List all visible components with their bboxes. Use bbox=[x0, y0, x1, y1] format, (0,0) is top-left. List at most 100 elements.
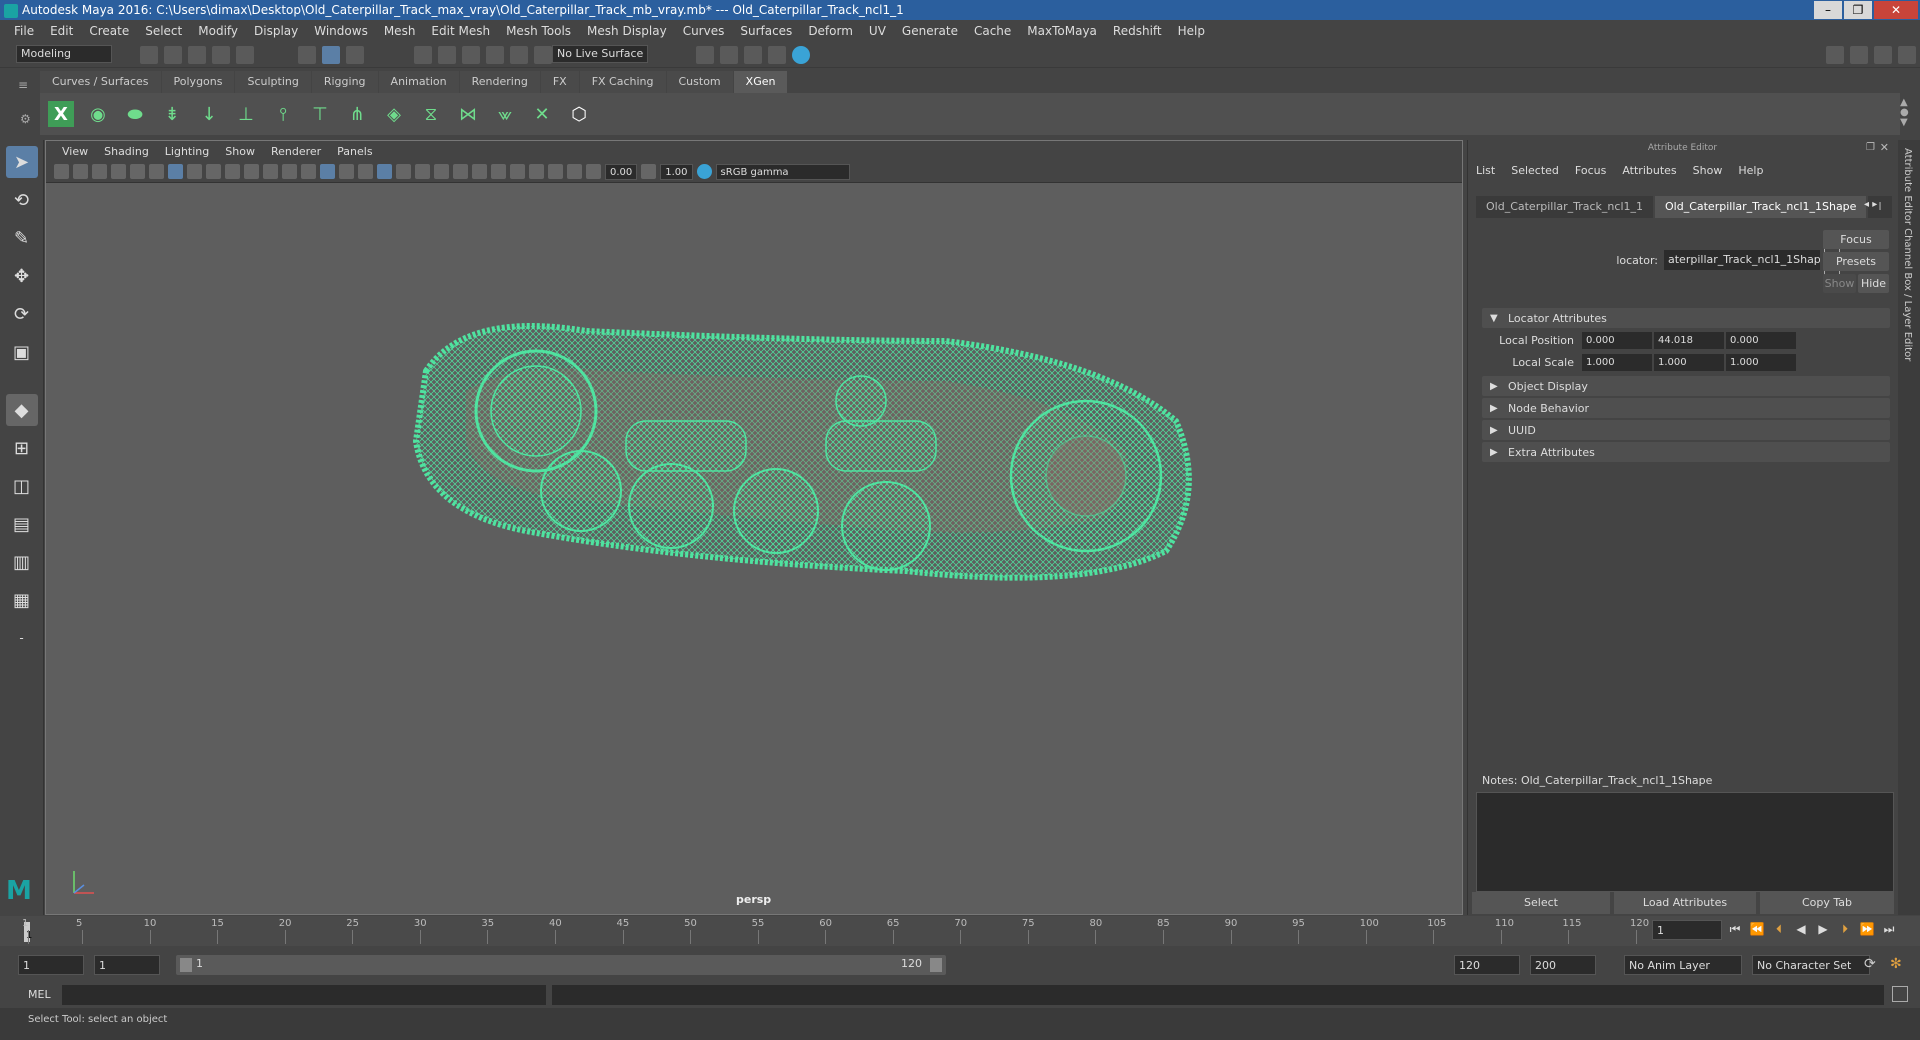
undo-icon[interactable] bbox=[212, 46, 230, 64]
select-hierarchy-icon[interactable] bbox=[298, 46, 316, 64]
lasso-tool-icon[interactable]: ⟲ bbox=[6, 184, 38, 216]
xgen-rebuild-icon[interactable]: ⧖ bbox=[418, 101, 444, 127]
snap-grid-icon[interactable] bbox=[414, 46, 432, 64]
notes-textarea[interactable] bbox=[1476, 792, 1894, 892]
scale-tool-icon[interactable]: ▣ bbox=[6, 336, 38, 368]
select-component-icon[interactable] bbox=[346, 46, 364, 64]
shelf-tab-rigging[interactable]: Rigging bbox=[311, 71, 378, 93]
range-end-handle[interactable] bbox=[930, 958, 942, 972]
xgen-lock-length-icon[interactable]: ⊤ bbox=[307, 101, 333, 127]
step-back-icon[interactable]: ⏪ bbox=[1748, 920, 1766, 938]
menu-display[interactable]: Display bbox=[246, 24, 306, 38]
xgen-add-guide-icon[interactable]: ↓ bbox=[196, 101, 222, 127]
select-button[interactable]: Select bbox=[1472, 892, 1610, 914]
exposure-field[interactable]: 0.00 bbox=[605, 163, 638, 180]
vp-menu-show[interactable]: Show bbox=[217, 145, 263, 158]
snap-live-icon[interactable] bbox=[534, 46, 552, 64]
viewport-persp[interactable]: View Shading Lighting Show Renderer Pane… bbox=[45, 140, 1463, 915]
local-position-x-field[interactable]: 0.000 bbox=[1582, 331, 1652, 349]
time-slider[interactable]: 1 1 5 10 15 20 25 30 35 40 45 50 55 60 65 70 75 80 85 90 95… bbox=[0, 916, 1920, 946]
copy-tab-button[interactable]: Copy Tab bbox=[1760, 892, 1894, 914]
xgen-editor-icon[interactable]: X bbox=[48, 101, 74, 127]
image-plane-icon[interactable] bbox=[111, 164, 126, 179]
wireframe-icon[interactable] bbox=[301, 164, 316, 179]
camera-select-icon[interactable] bbox=[54, 164, 69, 179]
shadows-icon[interactable] bbox=[415, 164, 430, 179]
xgen-create-description-icon[interactable]: ⬬ bbox=[122, 101, 148, 127]
menu-windows[interactable]: Windows bbox=[306, 24, 376, 38]
vp-menu-shading[interactable]: Shading bbox=[96, 145, 157, 158]
menu-curves[interactable]: Curves bbox=[675, 24, 733, 38]
tool-settings-icon[interactable] bbox=[1874, 46, 1892, 64]
side-tab-strip[interactable]: Attribute Editor Channel Box / Layer Edi… bbox=[1898, 140, 1920, 915]
ae-menu-list[interactable]: List bbox=[1468, 162, 1503, 180]
key-options-icon[interactable]: ⟳ bbox=[1864, 956, 1876, 972]
resolution-gate-icon[interactable] bbox=[206, 164, 221, 179]
side-tab-labels[interactable]: Attribute Editor Channel Box / Layer Edi… bbox=[1898, 140, 1913, 361]
presets-button[interactable]: Presets bbox=[1823, 252, 1889, 271]
menu-mesh-display[interactable]: Mesh Display bbox=[579, 24, 675, 38]
more-layouts-icon[interactable]: - bbox=[6, 622, 38, 654]
shelf-tab-animation[interactable]: Animation bbox=[378, 71, 459, 93]
xgen-place-guides-icon[interactable]: ⇟ bbox=[159, 101, 185, 127]
move-tool-icon[interactable]: ✥ bbox=[6, 260, 38, 292]
snap-curve-icon[interactable] bbox=[438, 46, 456, 64]
command-language-label[interactable]: MEL bbox=[28, 988, 51, 1001]
shelf-settings-icon[interactable]: ⚙ bbox=[20, 112, 31, 126]
snap-surface-icon[interactable] bbox=[510, 46, 528, 64]
playback-end-field[interactable]: 120 bbox=[1454, 955, 1520, 975]
animation-end-field[interactable]: 200 bbox=[1530, 955, 1596, 975]
shelf-tab-curves-surfaces[interactable]: Curves / Surfaces bbox=[40, 71, 161, 93]
select-object-icon[interactable] bbox=[322, 46, 340, 64]
menu-select[interactable]: Select bbox=[137, 24, 190, 38]
shelf-tab-sculpting[interactable]: Sculpting bbox=[235, 71, 311, 93]
character-set-dropdown[interactable]: No Character Set bbox=[1752, 955, 1870, 975]
gamma-icon[interactable] bbox=[641, 164, 657, 179]
menu-create[interactable]: Create bbox=[81, 24, 137, 38]
bookmark-icon[interactable] bbox=[92, 164, 107, 179]
rotate-tool-icon[interactable]: ⟳ bbox=[6, 298, 38, 330]
depth-of-field-icon[interactable] bbox=[491, 164, 506, 179]
select-tool-icon[interactable]: ➤ bbox=[5, 146, 38, 178]
xray-icon[interactable] bbox=[529, 164, 544, 179]
ae-menu-show[interactable]: Show bbox=[1685, 162, 1731, 180]
open-scene-icon[interactable] bbox=[164, 46, 182, 64]
script-editor-icon[interactable] bbox=[1892, 986, 1908, 1002]
section-object-display[interactable]: ▶ Object Display bbox=[1482, 376, 1890, 396]
xgen-sculpt-guide-icon[interactable]: ⫯ bbox=[270, 101, 296, 127]
tab-transform-node[interactable]: Old_Caterpillar_Track_ncl1_1 bbox=[1476, 196, 1653, 218]
command-input[interactable] bbox=[62, 985, 546, 1005]
menu-maxtomaya[interactable]: MaxToMaya bbox=[1019, 24, 1105, 38]
section-node-behavior[interactable]: ▶ Node Behavior bbox=[1482, 398, 1890, 418]
hide-button[interactable]: Hide bbox=[1858, 274, 1889, 293]
four-view-icon[interactable]: ⊞ bbox=[6, 432, 38, 464]
two-view-icon[interactable]: ◫ bbox=[6, 470, 38, 502]
xgen-delete-icon[interactable]: ✕ bbox=[529, 101, 555, 127]
load-attributes-button[interactable]: Load Attributes bbox=[1614, 892, 1756, 914]
animation-prefs-icon[interactable]: ✻ bbox=[1890, 956, 1902, 972]
xgen-interactive-groom-icon[interactable]: ⩖ bbox=[492, 101, 518, 127]
show-button[interactable]: Show bbox=[1823, 274, 1856, 293]
play-backwards-icon[interactable]: ◀ bbox=[1792, 920, 1810, 938]
local-scale-y-field[interactable]: 1.000 bbox=[1654, 353, 1724, 371]
channel-box-icon[interactable] bbox=[1898, 46, 1916, 64]
ipr-render-icon[interactable] bbox=[744, 46, 762, 64]
menu-mesh[interactable]: Mesh bbox=[376, 24, 424, 38]
attribute-editor-toggle-icon[interactable] bbox=[1850, 46, 1868, 64]
vp-menu-lighting[interactable]: Lighting bbox=[157, 145, 217, 158]
field-chart-icon[interactable] bbox=[244, 164, 259, 179]
menu-modify[interactable]: Modify bbox=[190, 24, 246, 38]
playback-start-field[interactable]: 1 bbox=[94, 955, 160, 975]
hypershade-icon[interactable] bbox=[792, 46, 810, 64]
menu-edit[interactable]: Edit bbox=[42, 24, 81, 38]
grease-pencil-icon[interactable] bbox=[149, 164, 164, 179]
shelf-tab-fx-caching[interactable]: FX Caching bbox=[579, 71, 666, 93]
smooth-shade-icon[interactable] bbox=[320, 164, 335, 179]
new-scene-icon[interactable] bbox=[140, 46, 158, 64]
menu-surfaces[interactable]: Surfaces bbox=[732, 24, 800, 38]
render-current-icon[interactable] bbox=[720, 46, 738, 64]
section-extra-attributes[interactable]: ▶ Extra Attributes bbox=[1482, 442, 1890, 462]
local-scale-z-field[interactable]: 1.000 bbox=[1726, 353, 1796, 371]
outliner-view-icon[interactable]: ▤ bbox=[6, 508, 38, 540]
redo-icon[interactable] bbox=[236, 46, 254, 64]
